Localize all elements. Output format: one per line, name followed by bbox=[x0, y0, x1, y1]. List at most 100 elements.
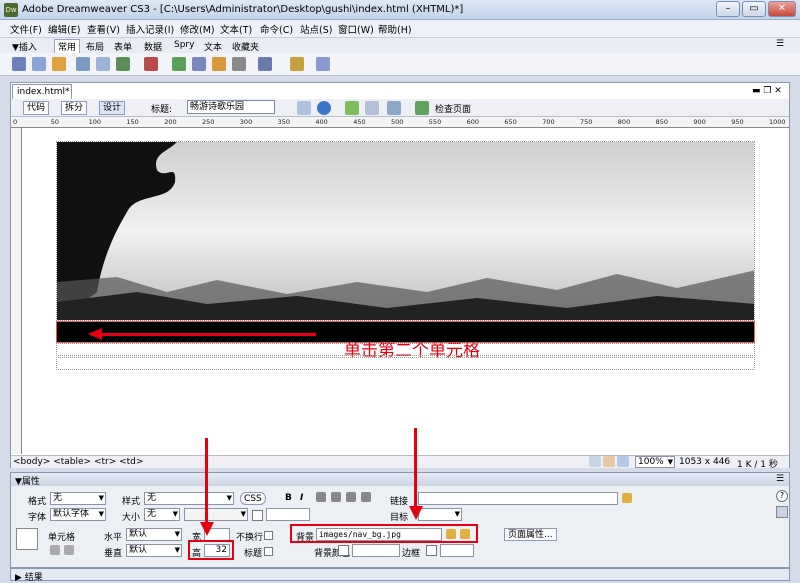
menu-help[interactable]: 帮助(H) bbox=[378, 22, 412, 36]
tab-common[interactable]: 常用 bbox=[54, 39, 81, 53]
properties-header[interactable]: ▼属性 bbox=[11, 473, 789, 487]
minimize-button[interactable]: – bbox=[716, 1, 740, 17]
status-bar: <body> <table> <tr> <td> 100% ▼ 1053 x 44… bbox=[11, 455, 789, 470]
table-row[interactable] bbox=[56, 357, 755, 370]
email-link-icon[interactable] bbox=[32, 57, 46, 71]
comment-icon[interactable] bbox=[212, 57, 226, 71]
nowrap-checkbox[interactable] bbox=[264, 531, 273, 540]
ruler-tick-label: 350 bbox=[277, 118, 291, 126]
menu-commands[interactable]: 命令(C) bbox=[260, 22, 293, 36]
tab-layout[interactable]: 布局 bbox=[86, 40, 104, 53]
border-color-input[interactable] bbox=[440, 544, 474, 557]
annotation-arrowhead-bg bbox=[409, 506, 423, 520]
css-button[interactable]: CSS bbox=[240, 492, 266, 505]
bgcolor-picker[interactable] bbox=[338, 545, 349, 556]
tab-forms[interactable]: 表单 bbox=[114, 40, 132, 53]
hand-tool-icon[interactable] bbox=[603, 456, 615, 467]
image-icon[interactable] bbox=[116, 57, 130, 71]
split-cells-icon[interactable] bbox=[64, 545, 74, 555]
pointer-tool-icon[interactable] bbox=[589, 456, 601, 467]
design-view-button[interactable]: 设计 bbox=[99, 101, 126, 115]
head-icon[interactable] bbox=[232, 57, 246, 71]
panel-options-icon[interactable]: ☰ bbox=[776, 39, 784, 49]
table-row[interactable] bbox=[56, 343, 755, 356]
script-icon[interactable] bbox=[258, 57, 272, 71]
date-icon[interactable] bbox=[172, 57, 186, 71]
visual-aids-icon[interactable] bbox=[387, 101, 401, 115]
insert-panel-toggle[interactable]: ▼插入 bbox=[12, 40, 37, 53]
bgcolor-input[interactable] bbox=[352, 544, 400, 557]
maximize-button[interactable]: ▭ bbox=[742, 1, 766, 17]
page-title-input[interactable]: 畅游诗歌乐园 bbox=[187, 100, 275, 114]
tab-data[interactable]: 数据 bbox=[144, 40, 162, 53]
border-color-picker[interactable] bbox=[426, 545, 437, 556]
view-options-icon[interactable] bbox=[365, 101, 379, 115]
style-select[interactable]: 无 ▼ bbox=[144, 492, 234, 505]
align-right-icon[interactable] bbox=[346, 492, 356, 502]
browse-folder-icon[interactable] bbox=[622, 493, 632, 503]
italic-button[interactable]: I bbox=[300, 493, 303, 503]
menu-modify[interactable]: 修改(M) bbox=[180, 22, 215, 36]
results-panel-bar[interactable]: ▶ 结果 bbox=[10, 568, 790, 583]
validate-markup-icon[interactable] bbox=[415, 101, 429, 115]
format-select[interactable]: 无 ▼ bbox=[50, 492, 106, 505]
insert-bar: ▼插入 常用 布局 表单 数据 Spry 文本 收藏夹 ☰ bbox=[0, 37, 800, 53]
menu-site[interactable]: 站点(S) bbox=[300, 22, 332, 36]
horz-align-select[interactable]: 默认 ▼ bbox=[126, 528, 182, 541]
text-color-picker[interactable] bbox=[252, 510, 263, 521]
zoom-select[interactable]: 100% ▼ bbox=[635, 456, 675, 468]
tag-selector[interactable]: <body> <table> <tr> <td> bbox=[13, 457, 143, 467]
bold-button[interactable]: B bbox=[285, 493, 292, 503]
page-properties-button[interactable]: 页面属性... bbox=[504, 528, 557, 541]
layer-icon[interactable] bbox=[96, 57, 110, 71]
align-left-icon[interactable] bbox=[316, 492, 326, 502]
merge-cells-icon[interactable] bbox=[50, 545, 60, 555]
text-color-input[interactable] bbox=[266, 508, 310, 521]
close-window-button[interactable]: ✕ bbox=[768, 1, 796, 17]
header-label: 标题 bbox=[244, 549, 263, 559]
named-anchor-icon[interactable] bbox=[52, 57, 66, 71]
align-center-icon[interactable] bbox=[331, 492, 341, 502]
window-size[interactable]: 1053 x 446 bbox=[679, 457, 730, 467]
zoom-tool-icon[interactable] bbox=[617, 456, 629, 467]
help-icon[interactable]: ? bbox=[776, 490, 788, 502]
server-include-icon[interactable] bbox=[192, 57, 206, 71]
justify-icon[interactable] bbox=[361, 492, 371, 502]
restore-doc-icon[interactable]: ▬ ❐ ✕ bbox=[752, 86, 782, 96]
panel-menu-icon[interactable]: ☰ bbox=[776, 474, 784, 484]
tab-favorites[interactable]: 收藏夹 bbox=[232, 40, 259, 53]
hyperlink-icon[interactable] bbox=[12, 57, 26, 71]
quick-tag-editor-icon[interactable] bbox=[776, 506, 788, 518]
tab-spry[interactable]: Spry bbox=[174, 40, 194, 50]
menu-text[interactable]: 文本(T) bbox=[220, 22, 252, 36]
preview-browser-icon[interactable] bbox=[317, 101, 331, 115]
size-select[interactable]: 无 ▼ bbox=[144, 508, 180, 521]
link-input[interactable] bbox=[418, 492, 618, 505]
menu-file[interactable]: 文件(F) bbox=[10, 22, 42, 36]
refresh-icon[interactable] bbox=[345, 101, 359, 115]
menu-insert[interactable]: 插入记录(I) bbox=[126, 22, 174, 36]
menu-window[interactable]: 窗口(W) bbox=[338, 22, 374, 36]
annotation-arrowhead-height bbox=[200, 522, 214, 536]
media-icon[interactable] bbox=[144, 57, 158, 71]
horz-label: 水平 bbox=[104, 533, 123, 543]
size-unit-select[interactable]: ▼ bbox=[184, 508, 248, 521]
vert-align-select[interactable]: 默认 ▼ bbox=[126, 544, 182, 557]
document-tab[interactable]: index.html* bbox=[12, 84, 72, 99]
code-view-button[interactable]: 代码 bbox=[23, 101, 50, 115]
split-view-button[interactable]: 拆分 bbox=[61, 101, 88, 115]
banner-ink-landscape-image[interactable] bbox=[56, 141, 755, 321]
header-checkbox[interactable] bbox=[264, 547, 273, 556]
tab-text[interactable]: 文本 bbox=[204, 40, 222, 53]
templates-icon[interactable] bbox=[290, 57, 304, 71]
table-icon[interactable] bbox=[76, 57, 90, 71]
code-view-label: 代码 bbox=[27, 103, 46, 113]
file-management-icon[interactable] bbox=[297, 101, 311, 115]
check-page-button[interactable]: 检查页面 bbox=[435, 102, 471, 115]
menu-view[interactable]: 查看(V) bbox=[87, 22, 120, 36]
font-select[interactable]: 默认字体 ▼ bbox=[50, 508, 106, 521]
target-select[interactable]: ▼ bbox=[418, 508, 462, 521]
menu-edit[interactable]: 编辑(E) bbox=[48, 22, 80, 36]
zoom-value: 100% bbox=[638, 457, 664, 467]
tag-chooser-icon[interactable] bbox=[316, 57, 330, 71]
